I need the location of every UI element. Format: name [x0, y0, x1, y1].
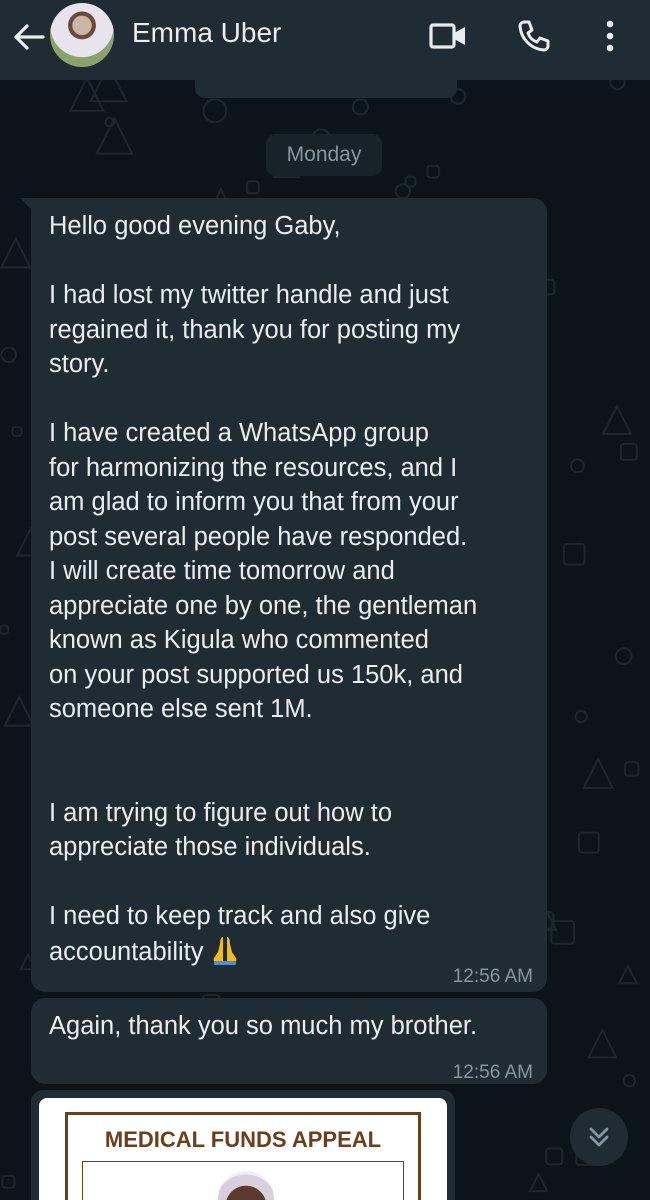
- wallpaper-doodle: [0, 236, 32, 269]
- wallpaper-doodle: [587, 1027, 618, 1059]
- contact-name[interactable]: Emma Uber: [132, 17, 281, 49]
- message-text-line: Hello good evening Gaby,: [49, 212, 341, 240]
- wallpaper-doodle: [601, 403, 633, 436]
- video-call-icon: [429, 23, 465, 49]
- image-message-bubble[interactable]: MEDICAL FUNDS APPEAL: [31, 1090, 455, 1200]
- message-text-line: appreciate those individuals.: [49, 833, 371, 861]
- more-options-button[interactable]: [588, 14, 632, 58]
- wallpaper-doodle: [614, 647, 633, 666]
- wallpaper-doodle: [624, 761, 640, 777]
- wallpaper-doodle: [619, 442, 638, 461]
- back-button[interactable]: [10, 18, 48, 56]
- message-timestamp: 12:56 AM: [452, 1062, 533, 1083]
- voice-call-button[interactable]: [512, 14, 556, 58]
- message-bubble[interactable]: 12:56 AM Hello good evening Gaby, I had l…: [31, 198, 547, 992]
- wallpaper-doodle: [0, 346, 17, 364]
- wallpaper-doodle: [394, 183, 411, 200]
- voice-call-icon: [518, 20, 550, 52]
- message-text-line: accountability: [49, 934, 240, 970]
- double-chevron-down-icon: [589, 1127, 609, 1147]
- message-text-line: I need to keep track and also give: [49, 902, 431, 930]
- wallpaper-doodle: [574, 709, 588, 724]
- message-text-line: am glad to inform you that from your: [49, 488, 459, 516]
- message-text-line: I will create time tomorrow and: [49, 557, 395, 585]
- message-text-line: story.: [49, 350, 110, 378]
- poster-title: MEDICAL FUNDS APPEAL: [104, 1127, 382, 1152]
- wallpaper-doodle: [246, 180, 260, 195]
- message-text-line: I am trying to figure out how to: [49, 798, 393, 827]
- message-text-line: I have created a WhatsApp group: [49, 419, 429, 447]
- wallpaper-doodle: [582, 756, 615, 790]
- message-text-line: someone else sent 1M.: [49, 695, 313, 723]
- message-text-line: known as Kigula who commented: [49, 626, 429, 654]
- message-text-line: post several people have responded.: [49, 522, 468, 551]
- image-attachment[interactable]: MEDICAL FUNDS APPEAL: [39, 1098, 447, 1200]
- wallpaper-doodle: [3, 694, 36, 727]
- wallpaper-doodle: [617, 963, 639, 985]
- message-bubble[interactable]: 12:56 AM Again, thank you so much my bro…: [31, 998, 547, 1084]
- wallpaper-doodle: [569, 458, 585, 474]
- contact-avatar[interactable]: [50, 3, 114, 67]
- message-timestamp: 12:56 AM: [452, 966, 533, 987]
- message-text-line: for harmonizing the resources, and I: [49, 453, 458, 482]
- message-text-line: appreciate one by one, the gentleman: [49, 591, 478, 620]
- wallpaper-doodle: [528, 1171, 549, 1193]
- message-text-line: Again, thank you so much my brother.: [49, 1012, 478, 1040]
- more-options-icon: [606, 20, 614, 52]
- wallpaper-doodle: [351, 98, 370, 116]
- wallpaper-doodle: [426, 164, 441, 179]
- wallpaper-doodle: [1, 1174, 16, 1189]
- video-call-button[interactable]: [426, 14, 470, 58]
- wallpaper-doodle: [0, 624, 10, 635]
- wallpaper-doodle: [11, 425, 23, 437]
- wallpaper-doodle: [545, 1147, 564, 1166]
- chat-header: Emma Uber: [0, 0, 650, 80]
- wallpaper-doodle: [202, 98, 228, 124]
- message-text-line: on your post supported us 150k, and: [49, 660, 463, 689]
- wallpaper-doodle: [95, 116, 134, 155]
- wallpaper-doodle: [562, 542, 586, 566]
- folded-hands-emoji-icon: [213, 936, 236, 965]
- message-text-line: regained it, thank you for posting my: [49, 315, 461, 344]
- wallpaper-doodle: [68, 75, 105, 112]
- scroll-to-bottom-button[interactable]: [570, 1108, 628, 1166]
- wallpaper-doodle: [550, 920, 576, 945]
- poster-frame: MEDICAL FUNDS APPEAL: [65, 1112, 421, 1200]
- wallpaper-doodle: [622, 1073, 637, 1088]
- wallpaper-doodle: [577, 831, 600, 854]
- back-arrow-icon: [14, 24, 45, 50]
- message-text-line: I had lost my twitter handle and just: [49, 281, 449, 309]
- date-separator: Monday: [266, 134, 382, 176]
